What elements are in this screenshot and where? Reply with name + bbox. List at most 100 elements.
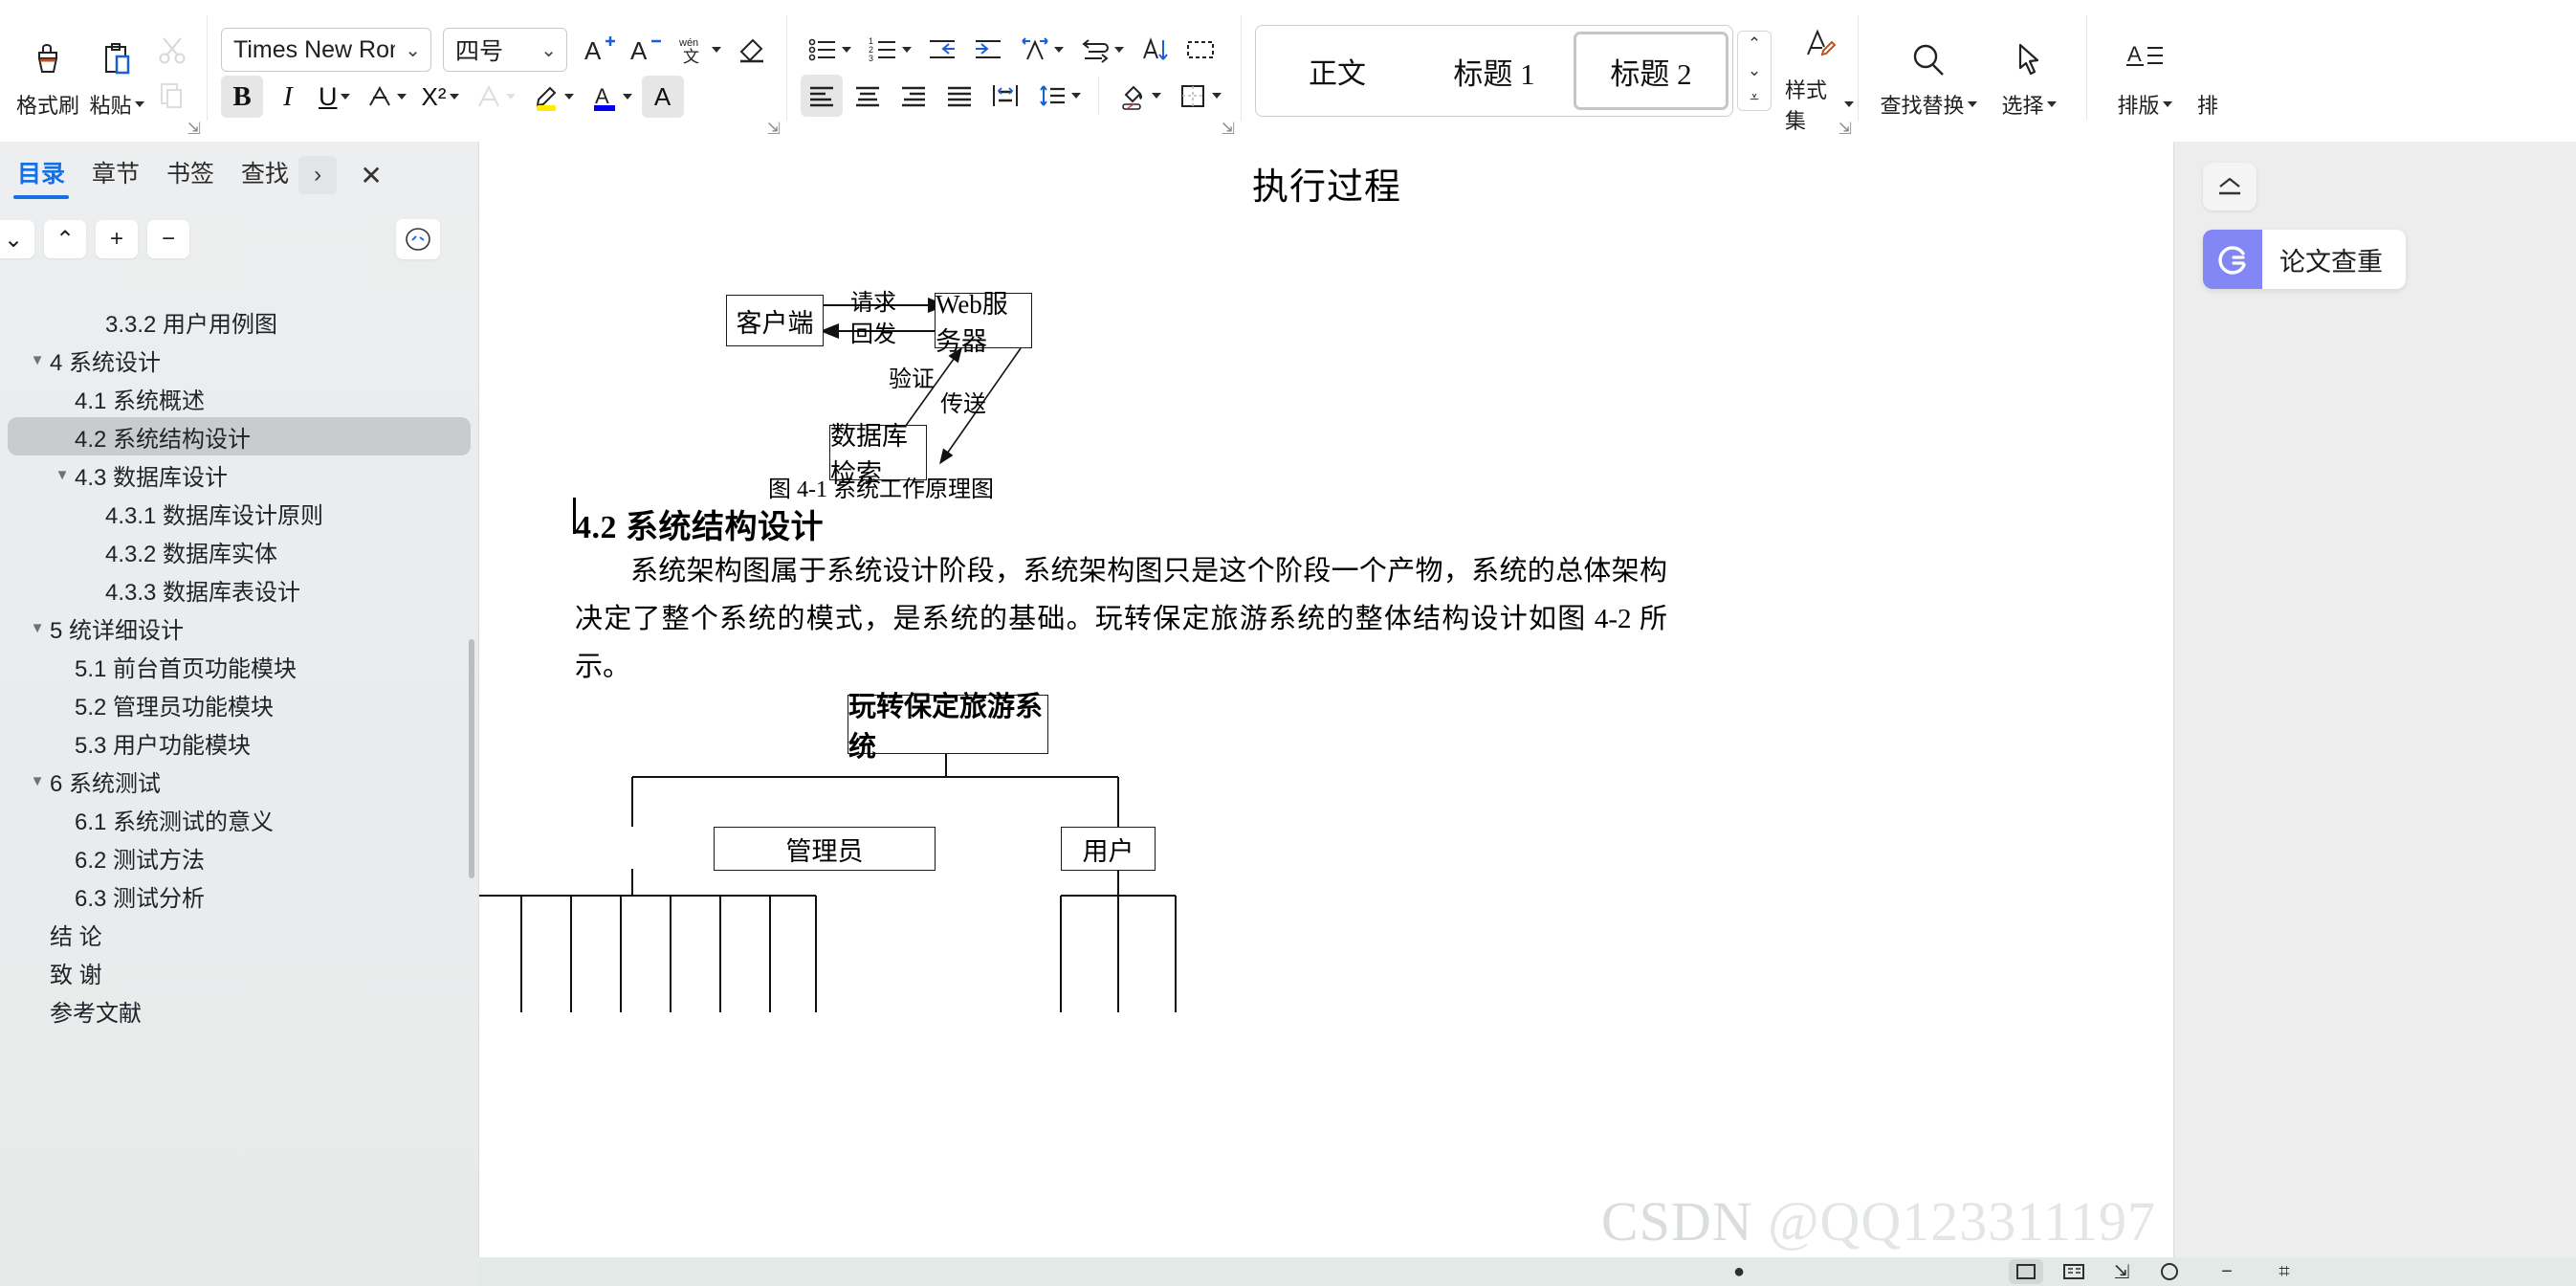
style-set-button[interactable]: 样式集 [1785, 7, 1854, 135]
status-dot-icon[interactable]: ● [1722, 1259, 1756, 1284]
pinyin-guide-button[interactable]: wén 文 [671, 29, 727, 71]
style-scroll-up-button[interactable]: ⌃ [1742, 33, 1767, 55]
select-button[interactable]: 选择 [1985, 22, 2073, 120]
numbered-list-button[interactable]: 123 [861, 29, 917, 71]
tab-toc[interactable]: 目录 [4, 151, 78, 199]
toc-collapse-button[interactable]: − [147, 220, 189, 258]
document-canvas[interactable]: 执行过程 客户端 Web服务器 数据库检索 请求 回发 验证 传送 图 4-1 … [478, 142, 2173, 1286]
character-shading-button[interactable]: A [641, 76, 684, 118]
chevron-down-icon[interactable] [396, 94, 407, 100]
toc-item[interactable]: ▼ 4.3 数据库设计 [8, 455, 471, 494]
tab-bookmarks[interactable]: 书签 [153, 151, 228, 199]
line-spacing-button[interactable] [1030, 75, 1087, 117]
chevron-down-icon[interactable] [134, 101, 144, 107]
bullet-list-button[interactable] [801, 29, 857, 71]
style-gallery-expand-button[interactable]: ⩡ [1742, 87, 1767, 108]
format-painter-button[interactable]: 格式刷 [13, 22, 82, 120]
typeset-button[interactable]: A 排版 [2101, 22, 2189, 120]
chevron-down-icon[interactable] [505, 94, 516, 100]
chevron-down-icon[interactable] [1152, 93, 1161, 99]
align-center-button[interactable] [847, 75, 889, 117]
chevron-down-icon[interactable] [712, 47, 721, 53]
chevron-down-icon[interactable] [1967, 101, 1977, 107]
toc-item[interactable]: ▼3.3.2 用户用例图 [8, 302, 471, 341]
superscript-button[interactable]: X² [416, 76, 465, 118]
zoom-fit-button[interactable]: ⌗ [2267, 1259, 2301, 1284]
style-item-normal[interactable]: 正文 [1260, 32, 1415, 110]
strikethrough-button[interactable] [360, 76, 412, 118]
toc-item[interactable]: ▼6.3 测试分析 [8, 876, 471, 915]
style-item-heading2[interactable]: 标题 2 [1574, 32, 1728, 110]
italic-button[interactable]: I [267, 76, 309, 118]
chevron-down-icon[interactable] [1071, 93, 1081, 99]
toc-collapse-down-button[interactable]: ⌄ [0, 220, 34, 258]
toc-item[interactable]: ▼ 4 系统设计 [8, 341, 471, 379]
align-right-button[interactable] [892, 75, 935, 117]
cut-button[interactable] [151, 29, 193, 71]
style-scroll-down-button[interactable]: ⌄ [1742, 60, 1767, 81]
chevron-down-icon[interactable] [449, 94, 459, 100]
chevron-down-icon[interactable] [1212, 93, 1222, 99]
clipboard-dialog-launcher[interactable]: ⇲ [187, 120, 201, 139]
toc-scrollbar[interactable] [469, 639, 474, 878]
close-icon[interactable]: ✕ [350, 154, 392, 196]
style-item-heading1[interactable]: 标题 1 [1417, 32, 1572, 110]
underline-button[interactable]: U [313, 76, 356, 118]
reading-layout-view-button[interactable] [2057, 1259, 2091, 1284]
tab-chapters[interactable]: 章节 [78, 151, 153, 199]
toc-item[interactable]: ▼4.1 系统概述 [8, 379, 471, 417]
toc-item[interactable]: ▼5.2 管理员功能模块 [8, 685, 471, 723]
toc-twisty-icon[interactable]: ▼ [25, 620, 50, 636]
toc-item[interactable]: ▼结 论 [8, 915, 471, 953]
toc-twisty-icon[interactable]: ▼ [25, 773, 50, 789]
find-replace-button[interactable]: 查找替换 [1872, 22, 1985, 120]
styles-dialog-launcher[interactable]: ⇲ [1838, 120, 1852, 139]
highlight-color-button[interactable] [525, 76, 580, 118]
chevron-down-icon[interactable]: ⌄ [540, 38, 557, 62]
toc-expand-button[interactable]: + [96, 220, 138, 258]
borders-button[interactable] [1171, 75, 1227, 117]
plagiarism-check-button[interactable]: 论文查重 [2203, 230, 2406, 289]
decrease-indent-button[interactable] [921, 29, 963, 71]
copy-button[interactable] [151, 75, 193, 117]
show-marks-button[interactable] [1179, 29, 1222, 71]
shrink-font-button[interactable]: A [625, 29, 667, 71]
typeset-more-button[interactable]: 排 [2189, 22, 2227, 120]
collapse-ribbon-icon[interactable] [2203, 163, 2257, 211]
text-direction-button[interactable] [1073, 29, 1130, 71]
toc-item[interactable]: ▼4.2 系统结构设计 [8, 417, 471, 455]
font-dialog-launcher[interactable]: ⇲ [767, 120, 781, 139]
shading-button[interactable] [1111, 75, 1167, 117]
chevron-down-icon[interactable] [563, 94, 574, 100]
tab-find[interactable]: 查找 [228, 151, 302, 199]
sort-button[interactable] [1134, 29, 1176, 71]
bold-button[interactable]: B [221, 76, 263, 118]
clear-formatting-button[interactable] [731, 29, 773, 71]
chevron-down-icon[interactable] [1844, 101, 1854, 107]
toc-item[interactable]: ▼致 谢 [8, 953, 471, 991]
toc-item[interactable]: ▼4.3.3 数据库表设计 [8, 570, 471, 609]
justify-button[interactable] [938, 75, 980, 117]
chevron-down-icon[interactable] [902, 47, 912, 53]
character-spacing-button[interactable] [1013, 29, 1069, 71]
paragraph-dialog-launcher[interactable]: ⇲ [1222, 120, 1235, 139]
font-color-button[interactable]: A [583, 76, 638, 118]
print-layout-view-button[interactable] [2009, 1259, 2043, 1284]
toc-list[interactable]: ▼3.3.2 用户用例图▼4 系统设计▼4.1 系统概述▼4.2 系统结构设计▼… [0, 302, 478, 1269]
toc-item[interactable]: ▼5.1 前台首页功能模块 [8, 647, 471, 685]
chevron-down-icon[interactable] [1114, 47, 1124, 53]
chevron-down-icon[interactable] [622, 94, 632, 100]
toc-twisty-icon[interactable]: ▼ [25, 352, 50, 368]
paste-button[interactable]: 粘贴 [82, 22, 151, 120]
toc-item[interactable]: ▼ 5 统详细设计 [8, 609, 471, 647]
distribute-button[interactable] [984, 75, 1026, 117]
toc-item[interactable]: ▼6.1 系统测试的意义 [8, 800, 471, 838]
font-size-select[interactable]: 四号 ⌄ [443, 28, 567, 72]
toc-item[interactable]: ▼参考文献 [8, 991, 471, 1030]
chevron-down-icon[interactable]: ⌄ [405, 38, 421, 62]
increase-indent-button[interactable] [967, 29, 1009, 71]
zoom-out-button[interactable]: − [2210, 1259, 2244, 1284]
chevron-right-icon[interactable]: › [298, 156, 338, 194]
outline-view-button[interactable]: ⇲ [2104, 1259, 2139, 1284]
chevron-down-icon[interactable] [2046, 101, 2057, 107]
